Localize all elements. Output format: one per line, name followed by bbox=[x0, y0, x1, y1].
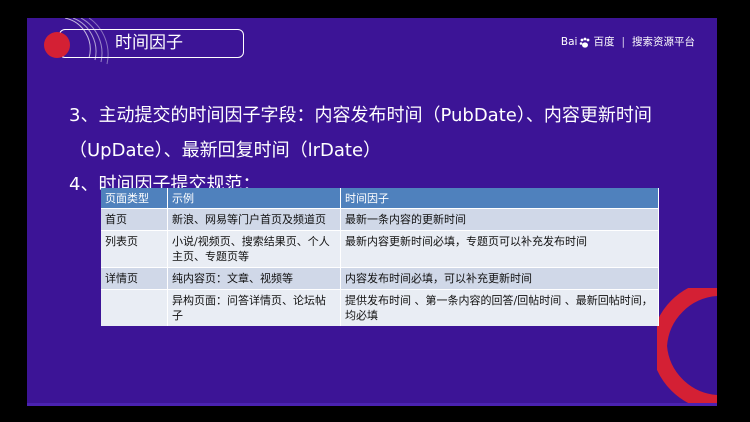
header-time-factor: 时间因子 bbox=[340, 188, 659, 209]
logo-product: 搜索资源平台 bbox=[632, 36, 695, 48]
cell-page-type: 列表页 bbox=[101, 230, 168, 268]
header-example: 示例 bbox=[167, 188, 341, 209]
red-dot-decoration bbox=[44, 32, 70, 58]
cell-page-type: 首页 bbox=[101, 208, 168, 231]
table-header-row: 页面类型 示例 时间因子 bbox=[101, 188, 659, 209]
cell-page-type: 详情页 bbox=[101, 267, 168, 290]
paw-icon bbox=[580, 37, 590, 48]
cell-time-factor: 最新内容更新时间必填，专题页可以补充发布时间 bbox=[340, 230, 659, 268]
time-factor-table: 页面类型 示例 时间因子 首页 新浪、网易等门户首页及频道页 最新一条内容的更新… bbox=[101, 188, 659, 326]
cell-example: 小说/视频页、搜索结果页、个人主页、专题页等 bbox=[167, 230, 341, 268]
slide: 时间因子 Bai 百度 | 搜索资源平台 3、主动提交的时间因子字段：内容发布时… bbox=[27, 18, 717, 403]
bottom-bar bbox=[27, 403, 717, 406]
content-line-2: （UpDate）、最新回复时间（lrDate） bbox=[69, 140, 382, 161]
logo-divider: | bbox=[621, 36, 625, 48]
content-line-1: 3、主动提交的时间因子字段：内容发布时间（PubDate）、内容更新时间 bbox=[69, 105, 652, 126]
cell-time-factor: 最新一条内容的更新时间 bbox=[340, 208, 659, 231]
table-row: 异构页面：问答详情页、论坛帖子 提供发布时间 、第一条内容的回答/回帖时间 、最… bbox=[101, 289, 659, 326]
baidu-logo: Bai 百度 | 搜索资源平台 bbox=[561, 36, 695, 49]
logo-brand-cn: 百度 bbox=[593, 36, 615, 48]
logo-brand: Bai bbox=[560, 36, 578, 48]
table-row: 详情页 纯内容页：文章、视频等 内容发布时间必填，可以补充更新时间 bbox=[101, 267, 659, 290]
slide-title: 时间因子 bbox=[115, 33, 183, 53]
red-arc-decoration bbox=[657, 288, 717, 403]
table-row: 列表页 小说/视频页、搜索结果页、个人主页、专题页等 最新内容更新时间必填，专题… bbox=[101, 230, 659, 268]
table-row: 首页 新浪、网易等门户首页及频道页 最新一条内容的更新时间 bbox=[101, 208, 659, 231]
cell-example: 异构页面：问答详情页、论坛帖子 bbox=[167, 289, 341, 326]
cell-time-factor: 内容发布时间必填，可以补充更新时间 bbox=[340, 267, 659, 290]
cell-example: 纯内容页：文章、视频等 bbox=[167, 267, 341, 290]
cell-page-type bbox=[101, 289, 168, 326]
cell-time-factor: 提供发布时间 、第一条内容的回答/回帖时间 、最新回帖时间，均必填 bbox=[340, 289, 659, 326]
cell-example: 新浪、网易等门户首页及频道页 bbox=[167, 208, 341, 231]
header-page-type: 页面类型 bbox=[101, 188, 168, 209]
